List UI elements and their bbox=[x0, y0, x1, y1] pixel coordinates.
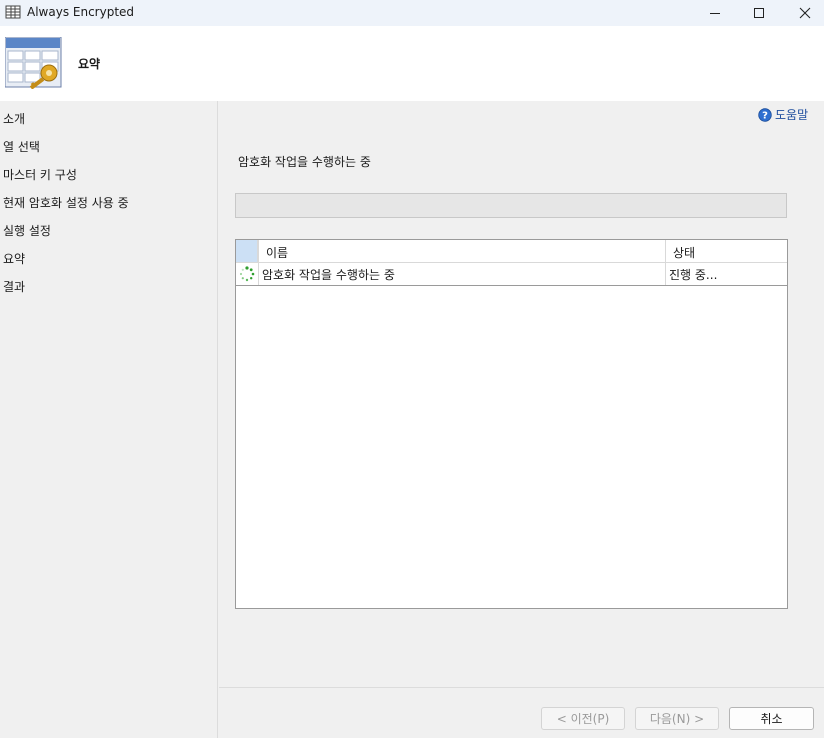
page-title: 요약 bbox=[78, 57, 101, 71]
table-icon bbox=[5, 5, 21, 19]
row-task-name: 암호화 작업을 수행하는 중 bbox=[262, 268, 395, 282]
nav-item-results[interactable]: 결과 bbox=[3, 278, 25, 295]
nav-item-summary[interactable]: 요약 bbox=[3, 250, 25, 267]
table-key-icon bbox=[5, 37, 62, 89]
row-task-status: 진행 중... bbox=[669, 268, 718, 282]
nav-item-run-settings[interactable]: 실행 설정 bbox=[3, 222, 51, 239]
window-title: Always Encrypted bbox=[27, 5, 135, 19]
column-header-status[interactable]: 상태 bbox=[673, 244, 695, 261]
task-grid: 이름 상태 암호화 작업을 수행하는 중 진행 중... bbox=[235, 239, 788, 609]
grid-select-all[interactable] bbox=[236, 240, 258, 262]
title-bar: Always Encrypted bbox=[0, 0, 824, 26]
minimize-button[interactable] bbox=[692, 0, 738, 26]
wizard-header: 요약 bbox=[0, 26, 824, 101]
cancel-button[interactable]: 취소 bbox=[729, 707, 814, 730]
help-label: 도움말 bbox=[775, 108, 809, 122]
nav-item-master-key[interactable]: 마스터 키 구성 bbox=[3, 166, 77, 183]
operation-status-text: 암호화 작업을 수행하는 중 bbox=[238, 155, 371, 169]
nav-item-column-selection[interactable]: 열 선택 bbox=[3, 138, 40, 155]
help-icon: ? bbox=[758, 107, 772, 122]
column-header-name[interactable]: 이름 bbox=[266, 244, 288, 261]
progress-bar bbox=[235, 193, 787, 218]
footer-divider bbox=[219, 687, 824, 688]
table-row[interactable]: 암호화 작업을 수행하는 중 진행 중... bbox=[236, 263, 787, 286]
nav-item-in-place-encryption[interactable]: 현재 암호화 설정 사용 중 bbox=[3, 194, 129, 211]
close-button[interactable] bbox=[782, 0, 824, 26]
help-link[interactable]: ? 도움말 bbox=[758, 106, 808, 123]
maximize-icon bbox=[754, 8, 764, 18]
maximize-button[interactable] bbox=[736, 0, 782, 26]
svg-text:?: ? bbox=[762, 110, 768, 121]
spinner-icon bbox=[239, 266, 255, 282]
nav-item-intro[interactable]: 소개 bbox=[3, 110, 25, 127]
minimize-icon bbox=[710, 13, 720, 14]
wizard-nav: 소개 열 선택 마스터 키 구성 현재 암호화 설정 사용 중 실행 설정 요약… bbox=[0, 101, 218, 738]
close-icon bbox=[799, 7, 811, 19]
next-button[interactable]: 다음(N) > bbox=[635, 707, 719, 730]
previous-button[interactable]: < 이전(P) bbox=[541, 707, 625, 730]
grid-header: 이름 상태 bbox=[236, 240, 787, 263]
